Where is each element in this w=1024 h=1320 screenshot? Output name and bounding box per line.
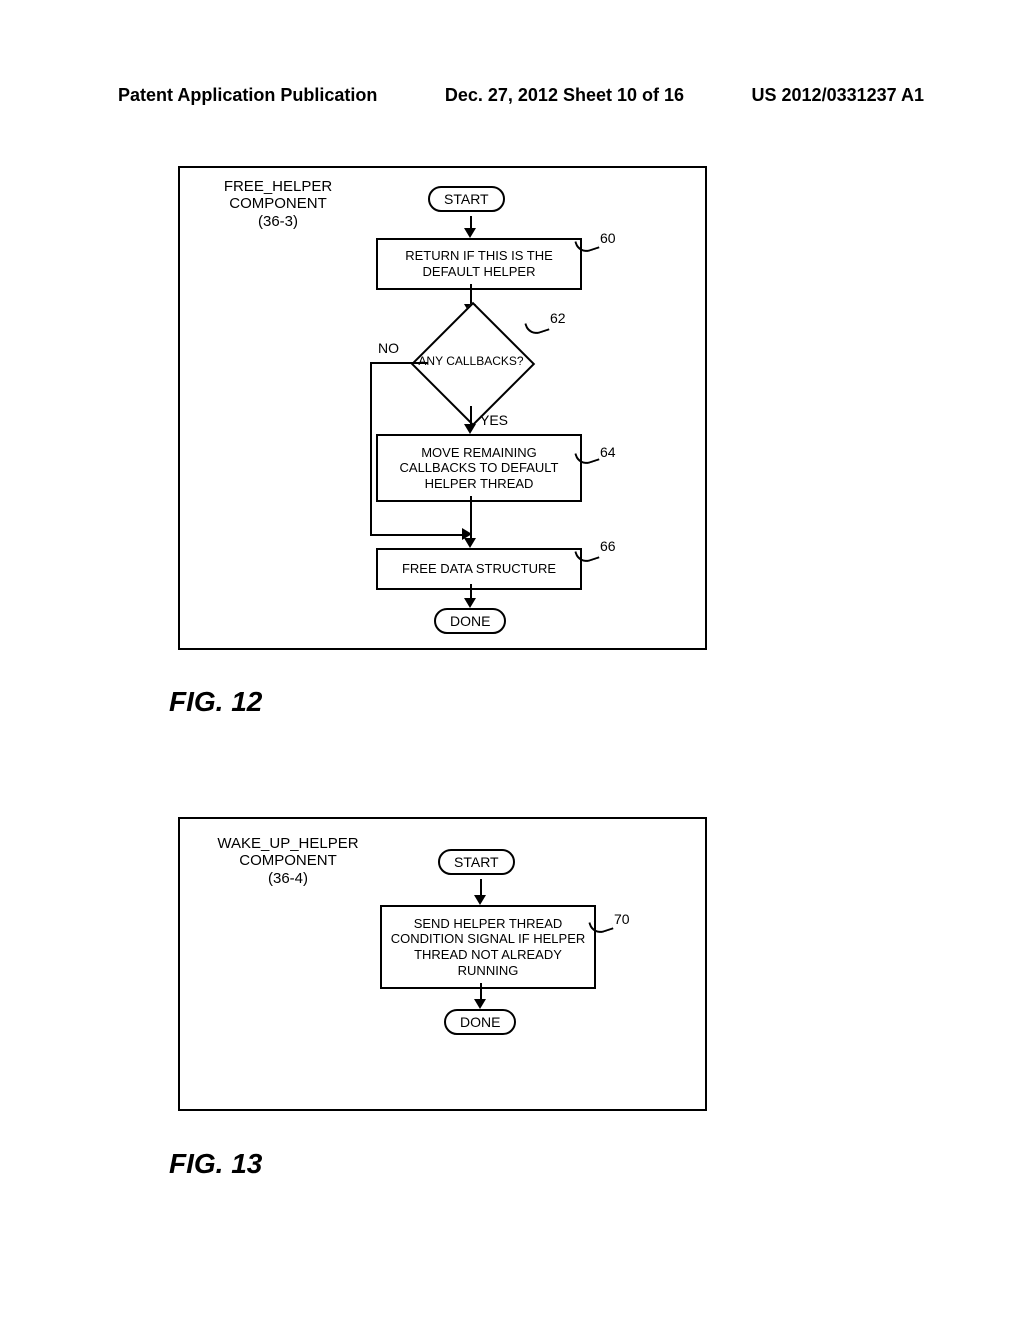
fig12-title: FREE_HELPER COMPONENT (36-3) (198, 178, 358, 230)
arrow-down-icon (464, 228, 476, 238)
connector (370, 362, 428, 364)
fig12-step-64: MOVE REMAINING CALLBACKS TO DEFAULT HELP… (376, 434, 582, 502)
fig12-ref-62: 62 (550, 310, 566, 326)
fig13-step-70-text: SEND HELPER THREAD CONDITION SIGNAL IF H… (388, 916, 588, 978)
arrow-down-icon (464, 424, 476, 434)
fig13-title: WAKE_UP_HELPER COMPONENT (36-4) (198, 835, 378, 887)
fig12-title-l2: COMPONENT (229, 195, 327, 212)
fig12-yes-label: YES (480, 412, 508, 428)
arrow-down-icon (474, 895, 486, 905)
fig12-title-l1: FREE_HELPER (224, 178, 332, 195)
arrow-down-icon (464, 598, 476, 608)
fig13-start: START (438, 849, 515, 875)
fig12-step-64-text: MOVE REMAINING CALLBACKS TO DEFAULT HELP… (384, 445, 574, 492)
fig13-done-text: DONE (460, 1014, 500, 1030)
header-right: US 2012/0331237 A1 (752, 85, 924, 106)
fig13-title-l2: COMPONENT (239, 852, 337, 869)
fig12-title-l3: (36-3) (258, 213, 298, 230)
connector (370, 362, 372, 534)
fig12-no-label: NO (378, 340, 399, 356)
fig12-decision-62-text: ANY CALLBACKS? (401, 354, 541, 368)
header-left: Patent Application Publication (118, 85, 377, 106)
fig12-ref-66: 66 (600, 538, 616, 554)
page: Patent Application Publication Dec. 27, … (0, 0, 1024, 1320)
fig12-step-60-text: RETURN IF THIS IS THE DEFAULT HELPER (384, 248, 574, 279)
fig12-ref-64: 64 (600, 444, 616, 460)
ref-tick-icon (524, 317, 549, 337)
fig13-caption: FIG. 13 (169, 1148, 262, 1180)
fig13-title-l3: (36-4) (268, 870, 308, 887)
fig12-caption: FIG. 12 (169, 686, 262, 718)
fig13-title-l1: WAKE_UP_HELPER (217, 835, 358, 852)
fig12-panel: FREE_HELPER COMPONENT (36-3) START RETUR… (178, 166, 707, 650)
page-header: Patent Application Publication Dec. 27, … (118, 85, 924, 106)
fig12-start: START (428, 186, 505, 212)
fig13-step-70: SEND HELPER THREAD CONDITION SIGNAL IF H… (380, 905, 596, 989)
fig12-step-66: FREE DATA STRUCTURE (376, 548, 582, 590)
connector (370, 534, 464, 536)
arrow-down-icon (474, 999, 486, 1009)
fig13-start-text: START (454, 854, 499, 870)
fig12-step-60: RETURN IF THIS IS THE DEFAULT HELPER (376, 238, 582, 290)
connector (470, 406, 472, 426)
connector (470, 496, 472, 540)
arrow-down-icon (464, 538, 476, 548)
fig13-done: DONE (444, 1009, 516, 1035)
header-center: Dec. 27, 2012 Sheet 10 of 16 (445, 85, 684, 106)
fig12-done: DONE (434, 608, 506, 634)
fig13-ref-70: 70 (614, 911, 630, 927)
fig12-done-text: DONE (450, 613, 490, 629)
fig12-ref-60: 60 (600, 230, 616, 246)
fig12-start-text: START (444, 191, 489, 207)
fig12-step-66-text: FREE DATA STRUCTURE (402, 561, 556, 577)
fig13-panel: WAKE_UP_HELPER COMPONENT (36-4) START SE… (178, 817, 707, 1111)
